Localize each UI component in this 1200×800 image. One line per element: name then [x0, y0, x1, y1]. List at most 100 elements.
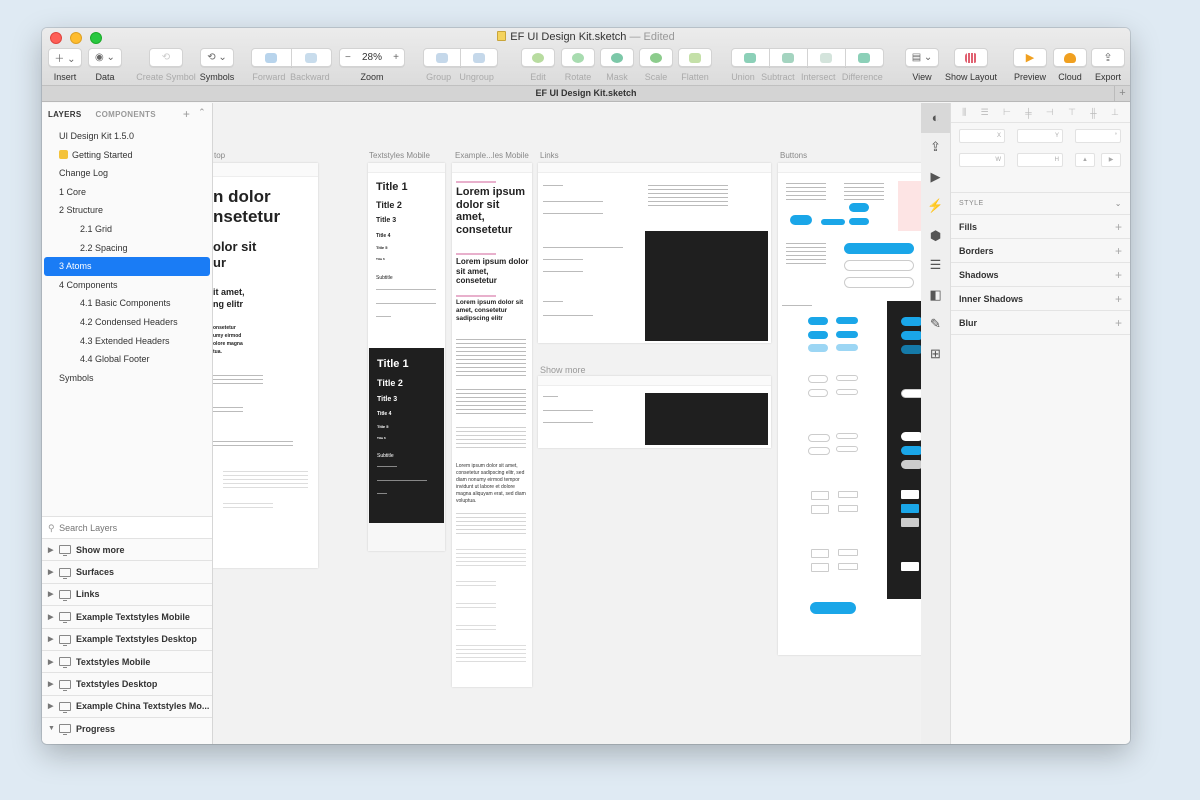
- artboard-example-textstyles-mobile[interactable]: Lorem ipsum dolor sit amet, consetetur L…: [452, 163, 532, 687]
- canvas[interactable]: top n dolor nsetetur olor sit ur it amet…: [213, 103, 921, 744]
- forward-button[interactable]: [250, 48, 292, 67]
- layer-row[interactable]: ▶ Show more: [42, 538, 212, 561]
- zoom-out-button[interactable]: −: [345, 52, 351, 63]
- document-tab[interactable]: EF UI Design Kit.sketch: [535, 88, 636, 98]
- style-header[interactable]: STYLE ⌄: [951, 193, 1130, 215]
- page-item[interactable]: Symbols: [42, 369, 212, 388]
- data-button[interactable]: ◉ ⌄ Data: [87, 48, 123, 82]
- show-layout-button[interactable]: Show Layout: [945, 48, 997, 82]
- layer-row[interactable]: ▶ Textstyles Mobile: [42, 649, 212, 673]
- align-center-icon[interactable]: ╪: [1025, 108, 1031, 118]
- union-button[interactable]: [730, 48, 770, 67]
- symbols-button[interactable]: ⟲ ⌄ Symbols: [199, 48, 235, 82]
- add-border-button[interactable]: +: [1115, 244, 1122, 258]
- inspector-tab-plugin[interactable]: ⬢: [921, 221, 950, 251]
- flatten-button[interactable]: Flatten: [677, 48, 713, 82]
- flip-vertical-button[interactable]: ▶: [1101, 153, 1121, 167]
- group-button[interactable]: [422, 48, 461, 67]
- disclosure-triangle-icon[interactable]: ▶: [48, 635, 59, 643]
- disclosure-triangle-icon[interactable]: ▶: [48, 658, 59, 666]
- layer-row[interactable]: ▼ Progress: [42, 717, 212, 740]
- page-item[interactable]: UI Design Kit 1.5.0: [42, 127, 212, 146]
- preview-button[interactable]: ▶ Preview: [1012, 48, 1048, 82]
- disclosure-triangle-expanded-icon[interactable]: ▼: [48, 725, 59, 732]
- add-shadow-button[interactable]: +: [1115, 268, 1122, 282]
- artboard-title[interactable]: Links: [540, 151, 559, 160]
- page-item[interactable]: 4.1 Basic Components: [42, 294, 212, 313]
- page-item[interactable]: 4 Components: [42, 276, 212, 295]
- width-field[interactable]: W: [959, 153, 1005, 167]
- artboard-textstyles-desktop[interactable]: n dolor nsetetur olor sit ur it amet, ng…: [213, 163, 318, 568]
- inspector-tab-design[interactable]: ◐: [921, 103, 950, 133]
- search-layers-input[interactable]: [59, 523, 190, 533]
- inspector-tab-prototype[interactable]: ▶: [921, 162, 950, 192]
- page-item[interactable]: 4.3 Extended Headers: [42, 332, 212, 351]
- artboard-title[interactable]: Textstyles Mobile: [369, 151, 430, 160]
- page-item[interactable]: 2 Structure: [42, 201, 212, 220]
- disclosure-triangle-icon[interactable]: ▶: [48, 546, 59, 554]
- page-item[interactable]: Getting Started: [42, 146, 212, 165]
- add-tab-button[interactable]: +: [1114, 86, 1130, 101]
- align-top-icon[interactable]: ⊤: [1068, 107, 1076, 118]
- layer-row[interactable]: ▶ Example Textstyles Desktop: [42, 627, 212, 650]
- backward-button[interactable]: [290, 48, 332, 67]
- artboard-textstyles-mobile[interactable]: Title 1 Title 2 Title 3 Title 4 Title 5 …: [368, 163, 445, 551]
- collapse-pages-icon[interactable]: ⌃: [198, 107, 206, 121]
- rotate-button[interactable]: Rotate: [560, 48, 596, 82]
- inspector-tab-edit[interactable]: ✎: [921, 310, 950, 340]
- page-item[interactable]: 4.2 Condensed Headers: [42, 313, 212, 332]
- add-blur-button[interactable]: +: [1115, 316, 1122, 330]
- inspector-tab-actions[interactable]: ⚡: [921, 192, 950, 222]
- page-item[interactable]: 1 Core: [42, 183, 212, 202]
- zoom-in-button[interactable]: +: [393, 52, 399, 63]
- artboard-title[interactable]: Example...les Mobile: [455, 151, 529, 160]
- inspector-tab-export[interactable]: ⇪: [921, 133, 950, 163]
- artboard-title[interactable]: Show more: [540, 365, 586, 375]
- zoom-value[interactable]: 28%: [362, 52, 382, 63]
- flip-horizontal-button[interactable]: ▲: [1075, 153, 1095, 167]
- export-button[interactable]: ⇪ Export: [1090, 48, 1126, 82]
- add-inner-shadow-button[interactable]: +: [1115, 292, 1122, 306]
- tab-components[interactable]: COMPONENTS: [96, 110, 156, 119]
- add-page-icon[interactable]: +: [183, 107, 190, 121]
- create-symbol-button[interactable]: ⟲ Create Symbol: [134, 48, 198, 82]
- align-middle-icon[interactable]: ╫: [1090, 108, 1096, 118]
- inspector-tab-layout[interactable]: ◧: [921, 280, 950, 310]
- page-item[interactable]: 4.4 Global Footer: [42, 350, 212, 369]
- disclosure-triangle-icon[interactable]: ▶: [48, 590, 59, 598]
- distribute-vertical-icon[interactable]: ☰: [981, 107, 989, 118]
- mask-button[interactable]: Mask: [599, 48, 635, 82]
- y-field[interactable]: Y: [1017, 129, 1063, 143]
- edit-button[interactable]: Edit: [520, 48, 556, 82]
- height-field[interactable]: H: [1017, 153, 1063, 167]
- x-field[interactable]: X: [959, 129, 1005, 143]
- page-item-selected[interactable]: 3 Atoms: [44, 257, 210, 276]
- align-left-icon[interactable]: ⊢: [1003, 107, 1011, 118]
- layer-row[interactable]: ▶ Links: [42, 582, 212, 606]
- inspector-tab-image[interactable]: ⊞: [921, 339, 950, 369]
- artboard-show-more[interactable]: [538, 376, 771, 448]
- cloud-button[interactable]: Cloud: [1052, 48, 1088, 82]
- rotation-field[interactable]: °: [1075, 129, 1121, 143]
- scale-button[interactable]: Scale: [638, 48, 674, 82]
- inspector-tab-list[interactable]: ☰: [921, 251, 950, 281]
- view-button[interactable]: ▤ ⌄ View: [904, 48, 940, 82]
- add-fill-button[interactable]: +: [1115, 220, 1122, 234]
- layer-row[interactable]: ▶ Textstyles Desktop: [42, 672, 212, 695]
- page-item[interactable]: 2.1 Grid: [42, 220, 212, 239]
- artboard-links[interactable]: [538, 163, 771, 343]
- page-item[interactable]: Change Log: [42, 164, 212, 183]
- disclosure-triangle-icon[interactable]: ▶: [48, 613, 59, 621]
- ungroup-button[interactable]: [459, 48, 498, 67]
- align-right-icon[interactable]: ⊣: [1046, 107, 1054, 118]
- disclosure-triangle-icon[interactable]: ▶: [48, 568, 59, 576]
- insert-button[interactable]: ＋ ⌄ Insert: [47, 48, 83, 82]
- page-item[interactable]: 2.2 Spacing: [42, 239, 212, 258]
- artboard-buttons[interactable]: [778, 163, 921, 655]
- disclosure-triangle-icon[interactable]: ▶: [48, 680, 59, 688]
- align-bottom-icon[interactable]: ⊥: [1111, 107, 1119, 118]
- disclosure-triangle-icon[interactable]: ▶: [48, 702, 59, 710]
- artboard-title[interactable]: Buttons: [780, 151, 807, 160]
- tab-layers[interactable]: LAYERS: [48, 110, 82, 119]
- layer-row[interactable]: ▶ Example China Textstyles Mo...: [42, 694, 212, 718]
